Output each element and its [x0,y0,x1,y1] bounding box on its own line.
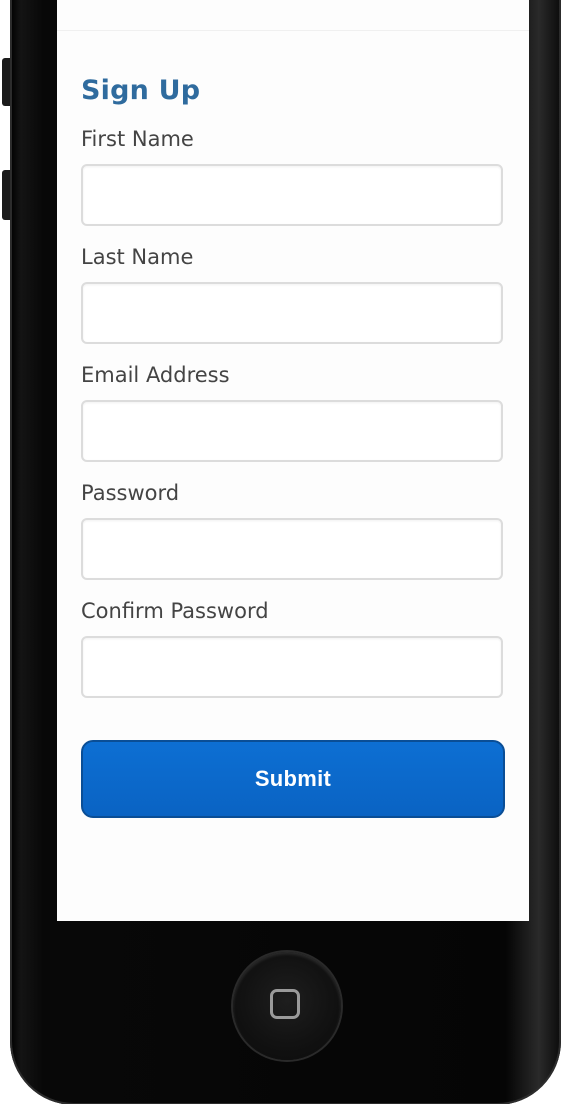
email-address-label: Email Address [81,363,230,387]
password-input[interactable] [81,518,503,580]
submit-button[interactable]: Submit [81,740,505,818]
header-divider [57,30,529,31]
confirm-password-input[interactable] [81,636,503,698]
confirm-password-label: Confirm Password [81,599,269,623]
home-button-icon [270,989,300,1019]
email-address-input[interactable] [81,400,503,462]
phone-frame: Sign Up First Name Last Name Email Addre… [10,0,561,1104]
phone-screen: Sign Up First Name Last Name Email Addre… [57,0,529,921]
last-name-input[interactable] [81,282,503,344]
last-name-label: Last Name [81,245,194,269]
signup-form: Sign Up First Name Last Name Email Addre… [81,70,507,818]
form-title: Sign Up [81,75,201,106]
stage: Sign Up First Name Last Name Email Addre… [0,0,563,1104]
first-name-label: First Name [81,127,194,151]
home-button[interactable] [233,952,341,1060]
first-name-input[interactable] [81,164,503,226]
password-label: Password [81,481,180,505]
